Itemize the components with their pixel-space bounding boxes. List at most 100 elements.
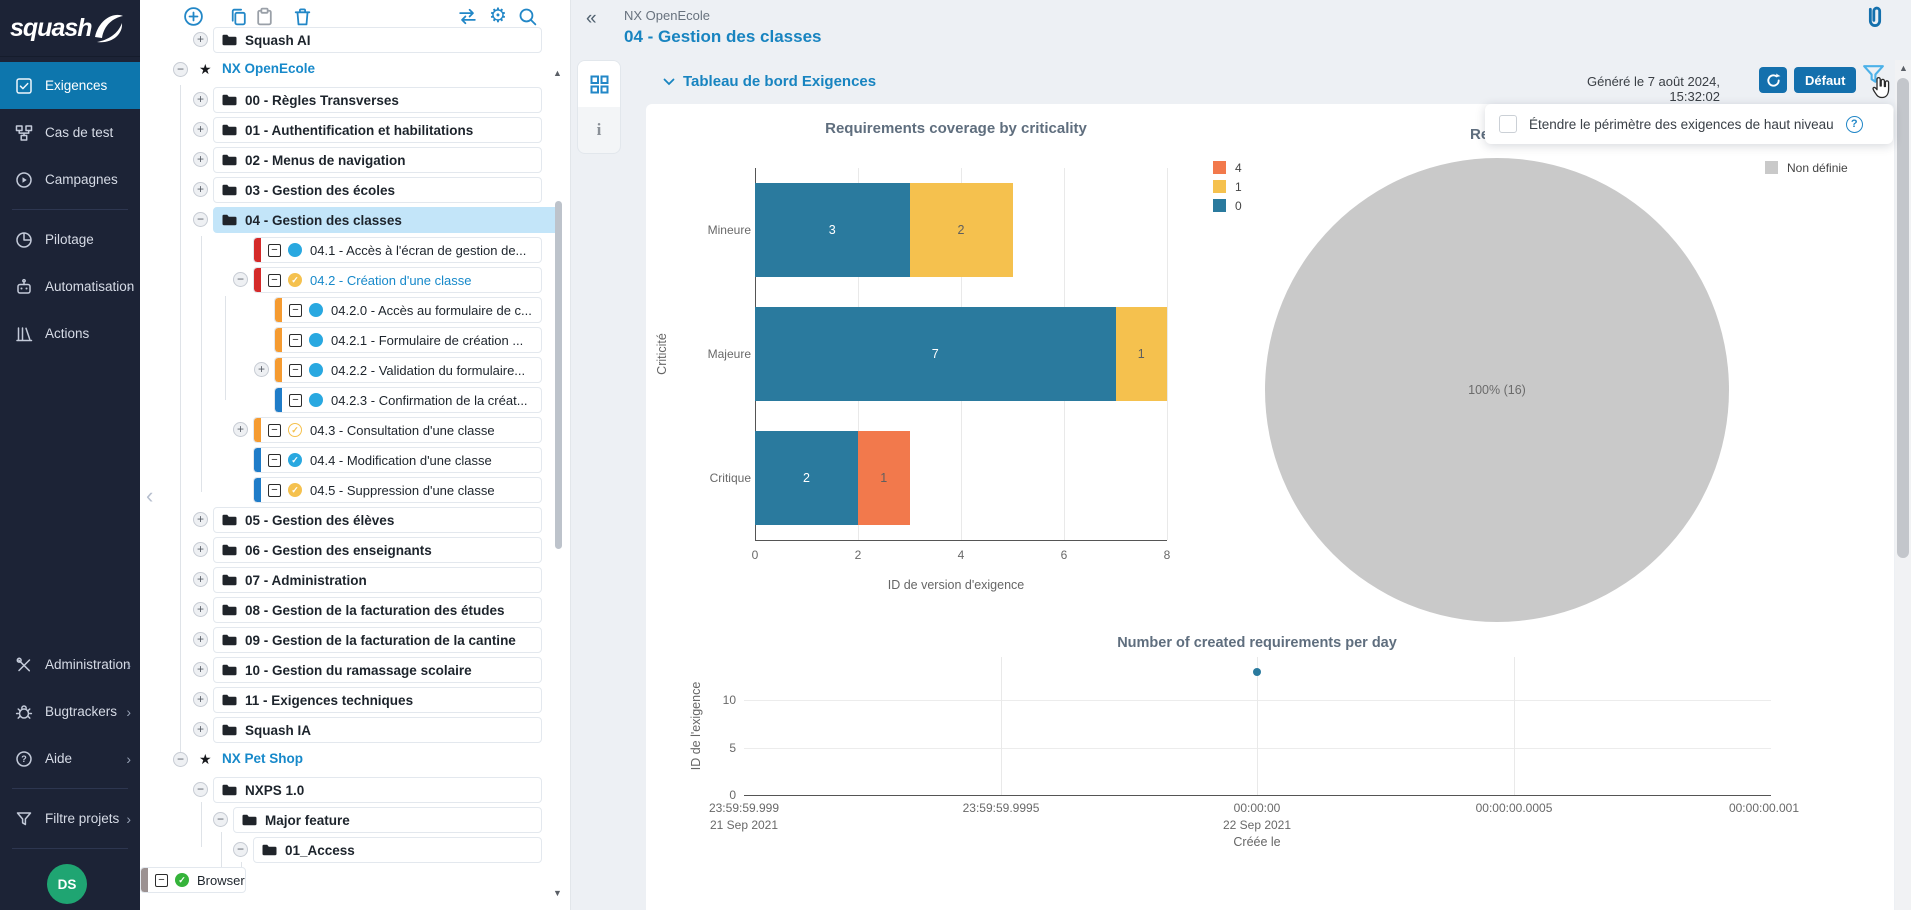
main-scrollbar-thumb[interactable] [1897, 78, 1909, 558]
expand-toggle[interactable]: − [173, 752, 188, 767]
expand-toggle[interactable]: + [193, 92, 208, 107]
tree-requirement[interactable]: −✓Browser [140, 867, 246, 893]
attachment-icon[interactable] [1862, 4, 1888, 37]
tree-requirement[interactable]: −✓04.3 - Consultation d'une classe [253, 417, 542, 443]
expand-toggle[interactable]: − [193, 782, 208, 797]
squash-logo[interactable]: squash [0, 0, 140, 57]
sidebar-item-label: Automatisation [45, 279, 134, 294]
expand-toggle[interactable]: + [233, 422, 248, 437]
tree-folder[interactable]: 01 - Authentification et habilitations [213, 117, 542, 143]
chevron-right-icon: › [126, 280, 131, 294]
expand-toggle[interactable]: + [193, 122, 208, 137]
expand-toggle[interactable]: + [193, 602, 208, 617]
tree-requirement[interactable]: −04.2.2 - Validation du formulaire... [274, 357, 542, 383]
expand-toggle[interactable]: − [173, 62, 188, 77]
tree-requirement[interactable]: −✓04.5 - Suppression d'une classe [253, 477, 542, 503]
sidebar-item-automatisation[interactable]: Automatisation› [0, 263, 140, 310]
expand-toggle[interactable]: + [193, 182, 208, 197]
sidebar-item-pilotage[interactable]: Pilotage [0, 216, 140, 263]
tree-folder[interactable]: 02 - Menus de navigation [213, 147, 542, 173]
tree-item-label: 04.5 - Suppression d'une classe [310, 483, 495, 498]
sidebar-item-exigences[interactable]: Exigences [0, 62, 140, 109]
scatter-x-tick-time: 00:00:00 [1234, 801, 1281, 815]
sidebar-item-administration[interactable]: Administration› [0, 641, 140, 688]
tab-dashboard[interactable] [578, 61, 620, 107]
tree-requirement[interactable]: −04.1 - Accès à l'écran de gestion de... [253, 237, 542, 263]
expand-toggle[interactable]: − [193, 212, 208, 227]
tree-requirement[interactable]: −04.2.0 - Accès au formulaire de c... [274, 297, 542, 323]
sidebar-item-aide[interactable]: ?Aide› [0, 735, 140, 782]
refresh-button[interactable] [1759, 67, 1787, 93]
filter-funnel-icon[interactable] [1861, 62, 1886, 92]
collapse-panel-icon[interactable]: « [586, 8, 597, 30]
expand-toggle[interactable]: − [233, 842, 248, 857]
tab-information[interactable]: i [578, 107, 620, 153]
expand-toggle[interactable]: + [193, 572, 208, 587]
sidebar-item-cas-de-test[interactable]: Cas de test [0, 109, 140, 156]
expand-toggle[interactable]: − [213, 812, 228, 827]
sidebar-item-label: Exigences [45, 78, 107, 93]
pie-legend-swatch [1765, 161, 1778, 174]
tree-folder[interactable]: 01_Access [253, 837, 542, 863]
tree-requirement[interactable]: −04.2.1 - Formulaire de création ... [274, 327, 542, 353]
folder-icon [222, 724, 237, 736]
sidebar-item-campagnes[interactable]: Campagnes [0, 156, 140, 203]
sidebar-item-filtre-projets[interactable]: Filtre projets› [0, 795, 140, 842]
avatar[interactable]: DS [47, 864, 87, 904]
default-button[interactable]: Défaut [1794, 67, 1856, 93]
sidebar-item-bugtrackers[interactable]: Bugtrackers› [0, 688, 140, 735]
main-scrollbar[interactable]: ▲ [1895, 60, 1911, 910]
dashboard-section-header[interactable]: Tableau de bord Exigences [663, 73, 876, 90]
expand-toggle[interactable]: + [193, 662, 208, 677]
sidebar-item-actions[interactable]: Actions [0, 310, 140, 357]
circle-blue-icon [309, 393, 323, 407]
tree-scroll-down-icon[interactable]: ▼ [553, 888, 562, 898]
tree-row-09-gestion-de-la-facturation-de-la-cantine: +09 - Gestion de la facturation de la ca… [140, 625, 570, 655]
expand-toggle[interactable]: + [193, 692, 208, 707]
tree-item-label: 10 - Gestion du ramassage scolaire [245, 663, 472, 678]
expand-toggle[interactable]: + [193, 632, 208, 647]
main-scroll-up-icon[interactable]: ▲ [1899, 63, 1908, 73]
check-blue-icon: ✓ [288, 453, 302, 467]
tree-folder[interactable]: 09 - Gestion de la facturation de la can… [213, 627, 542, 653]
tree-scroll-up-icon[interactable]: ▲ [553, 68, 562, 78]
expand-toggle[interactable]: + [193, 152, 208, 167]
scatter-x-axis [744, 795, 1771, 796]
tree-folder[interactable]: Major feature [233, 807, 542, 833]
help-icon[interactable]: ? [1846, 116, 1863, 133]
tree-row-01-access: −01_Access [140, 835, 570, 865]
tree-folder[interactable]: 00 - Règles Transverses [213, 87, 542, 113]
bar-segment: 1 [858, 431, 910, 525]
scatter-gridline-v [1257, 657, 1258, 795]
tree-folder[interactable]: 05 - Gestion des élèves [213, 507, 542, 533]
tree-scrollbar-thumb[interactable] [555, 201, 562, 549]
sidebar-collapse-icon[interactable]: ‹ [146, 485, 153, 507]
tree-requirement[interactable]: −✓04.2 - Création d'une classe [253, 267, 542, 293]
bar-chart-x-tick: 6 [1061, 548, 1068, 562]
tree-folder[interactable]: Squash AI [213, 27, 542, 53]
expand-toggle[interactable]: + [193, 32, 208, 47]
tree-folder[interactable]: 03 - Gestion des écoles [213, 177, 542, 203]
circle-blue-icon [309, 363, 323, 377]
project-label[interactable]: NX Pet Shop [222, 751, 303, 766]
expand-toggle[interactable]: + [254, 362, 269, 377]
expand-toggle[interactable]: + [193, 542, 208, 557]
tree-folder[interactable]: Squash IA [213, 717, 542, 743]
collapse-box-icon: − [289, 334, 302, 347]
tree-folder[interactable]: 07 - Administration [213, 567, 542, 593]
tree-folder[interactable]: 11 - Exigences techniques [213, 687, 542, 713]
tree-folder[interactable]: 06 - Gestion des enseignants [213, 537, 542, 563]
tree-requirement[interactable]: −✓04.4 - Modification d'une classe [253, 447, 542, 473]
tree-folder[interactable]: NXPS 1.0 [213, 777, 542, 803]
expand-toggle[interactable]: + [193, 722, 208, 737]
project-label[interactable]: NX OpenEcole [222, 61, 315, 76]
refresh-icon [1765, 72, 1782, 89]
expand-scope-checkbox[interactable] [1499, 115, 1517, 133]
expand-toggle[interactable]: − [233, 272, 248, 287]
tree-item-label: 04.2 - Création d'une classe [310, 273, 471, 288]
tree-requirement[interactable]: −04.2.3 - Confirmation de la créat... [274, 387, 542, 413]
expand-toggle[interactable]: + [193, 512, 208, 527]
tree-folder[interactable]: 10 - Gestion du ramassage scolaire [213, 657, 542, 683]
tree-folder[interactable]: 04 - Gestion des classes [213, 207, 561, 233]
tree-folder[interactable]: 08 - Gestion de la facturation des étude… [213, 597, 542, 623]
